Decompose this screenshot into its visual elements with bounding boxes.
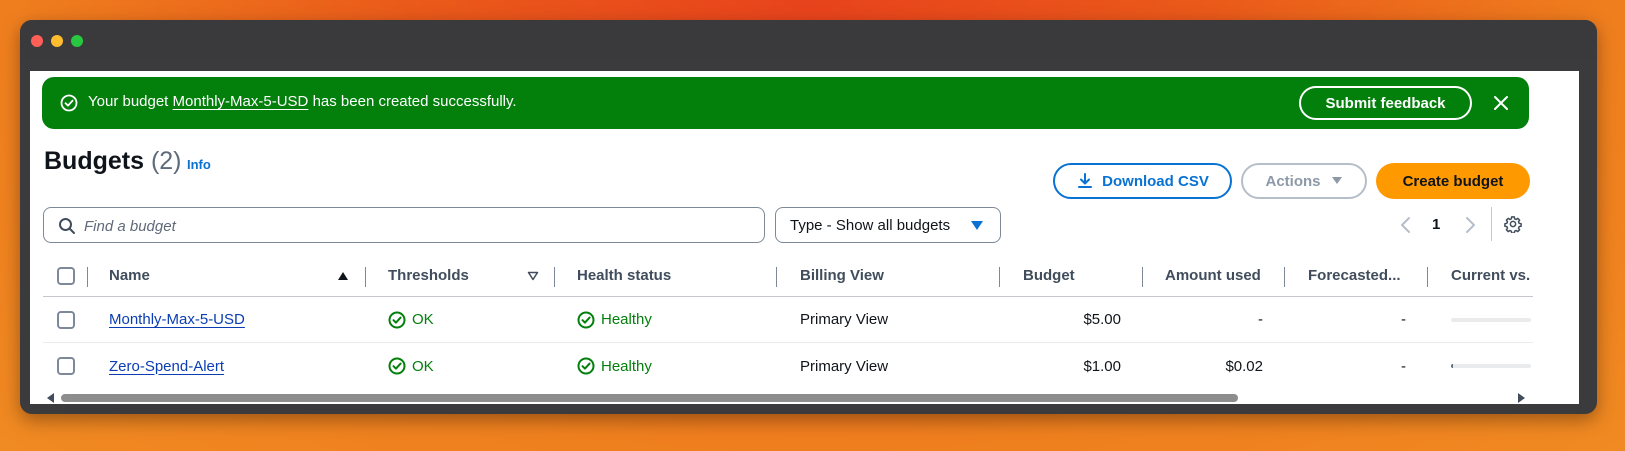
column-divider[interactable] — [1142, 267, 1143, 287]
info-link[interactable]: Info — [187, 157, 211, 172]
flash-prefix: Your budget — [88, 93, 169, 110]
column-header-forecasted[interactable]: Forecasted... — [1308, 255, 1401, 296]
download-csv-label: Download CSV — [1102, 172, 1209, 190]
flash-suffix: has been created successfully. — [312, 93, 517, 110]
row-checkbox[interactable] — [57, 357, 75, 375]
page-title: Budgets (2) — [44, 147, 182, 176]
scroll-left-icon[interactable] — [47, 393, 55, 403]
thresholds-status: OK — [388, 311, 434, 329]
column-header-name[interactable]: Name — [109, 255, 150, 296]
current-vs-progress-bar — [1451, 364, 1531, 368]
actions-label: Actions — [1265, 172, 1321, 190]
success-flash-bar: Your budget Monthly-Max-5-USD has been c… — [42, 77, 1529, 129]
caret-down-icon — [971, 221, 983, 230]
row-checkbox[interactable] — [57, 311, 75, 329]
health-text: Healthy — [601, 357, 652, 375]
status-ok-icon — [577, 357, 595, 375]
table-header-row: Name Thresholds Health status Billing Vi… — [43, 255, 1533, 297]
budget-count: (2) — [150, 147, 182, 175]
progress-fill — [1451, 364, 1453, 368]
forecasted-cell: - — [1401, 357, 1406, 375]
column-header-budget[interactable]: Budget — [1023, 255, 1075, 296]
create-budget-button[interactable]: Create budget — [1376, 163, 1530, 199]
caret-down-icon — [1331, 177, 1342, 184]
status-ok-icon — [577, 311, 595, 328]
window-titlebar — [20, 20, 1597, 61]
health-status: Healthy — [577, 357, 652, 375]
search-input[interactable] — [84, 215, 744, 237]
page-title-text: Budgets — [44, 147, 144, 175]
download-csv-button[interactable]: Download CSV — [1053, 163, 1232, 199]
select-all-checkbox[interactable] — [57, 267, 75, 285]
health-text: Healthy — [601, 311, 652, 328]
type-filter-select[interactable]: Type - Show all budgets — [775, 207, 1001, 243]
thresholds-text: OK — [412, 311, 434, 328]
column-divider[interactable] — [1427, 267, 1428, 287]
billing-view-cell: Primary View — [800, 311, 889, 328]
budget-name-link[interactable]: Monthly-Max-5-USD — [109, 311, 245, 328]
status-ok-icon — [388, 311, 406, 328]
success-check-icon — [60, 94, 78, 112]
health-status: Healthy — [577, 311, 652, 329]
column-divider[interactable] — [1284, 267, 1285, 287]
close-window-button[interactable] — [31, 35, 43, 47]
billing-view-cell: Primary View — [800, 357, 889, 375]
minimize-window-button[interactable] — [51, 35, 63, 47]
column-header-billing-view[interactable]: Billing View — [800, 255, 884, 296]
next-page-icon[interactable] — [1462, 216, 1478, 234]
flash-message: Your budget Monthly-Max-5-USD has been c… — [88, 93, 517, 110]
download-icon — [1078, 173, 1093, 188]
column-divider[interactable] — [554, 267, 555, 287]
budgets-page: Your budget Monthly-Max-5-USD has been c… — [30, 71, 1579, 404]
amount-used-cell: $0.02 — [1225, 357, 1263, 375]
search-icon — [59, 218, 75, 234]
thresholds-text: OK — [412, 357, 434, 375]
flash-budget-link[interactable]: Monthly-Max-5-USD — [173, 93, 309, 110]
current-vs-progress-bar — [1451, 318, 1531, 322]
column-header-amount-used[interactable]: Amount used — [1165, 255, 1261, 296]
column-header-thresholds[interactable]: Thresholds — [388, 255, 469, 296]
table-row: Monthly-Max-5-USD OK Healthy Primary Vie… — [43, 297, 1533, 343]
scroll-right-icon[interactable] — [1517, 393, 1525, 403]
sort-ascending-icon[interactable] — [337, 271, 349, 281]
budget-cell: $1.00 — [1083, 357, 1121, 375]
maximize-window-button[interactable] — [71, 35, 83, 47]
forecasted-cell: - — [1401, 311, 1406, 328]
previous-page-icon[interactable] — [1398, 216, 1414, 234]
sort-descending-icon[interactable] — [527, 271, 539, 281]
column-header-current-vs[interactable]: Current vs. — [1451, 255, 1530, 296]
actions-dropdown-button[interactable]: Actions — [1241, 163, 1367, 199]
browser-window: Your budget Monthly-Max-5-USD has been c… — [20, 20, 1597, 414]
horizontal-scrollbar-thumb[interactable] — [61, 394, 1238, 402]
column-divider[interactable] — [776, 267, 777, 287]
column-divider[interactable] — [999, 267, 1000, 287]
gear-icon[interactable] — [1504, 215, 1522, 233]
pager-divider — [1491, 207, 1492, 241]
budgets-table: Name Thresholds Health status Billing Vi… — [43, 255, 1533, 385]
budget-cell: $5.00 — [1083, 311, 1121, 328]
budget-name-link[interactable]: Zero-Spend-Alert — [109, 358, 224, 375]
submit-feedback-button[interactable]: Submit feedback — [1299, 86, 1472, 120]
column-header-health-status[interactable]: Health status — [577, 255, 671, 296]
current-page-number[interactable]: 1 — [1432, 216, 1440, 233]
dismiss-flash-icon[interactable] — [1491, 93, 1511, 113]
amount-used-cell: - — [1258, 311, 1263, 328]
search-box — [43, 207, 765, 243]
type-filter-value: Type - Show all budgets — [790, 216, 951, 234]
status-ok-icon — [388, 357, 406, 375]
column-divider — [87, 267, 88, 287]
thresholds-status: OK — [388, 357, 434, 375]
column-divider[interactable] — [365, 267, 366, 287]
table-row: Zero-Spend-Alert OK Healthy Primary View… — [43, 343, 1533, 385]
